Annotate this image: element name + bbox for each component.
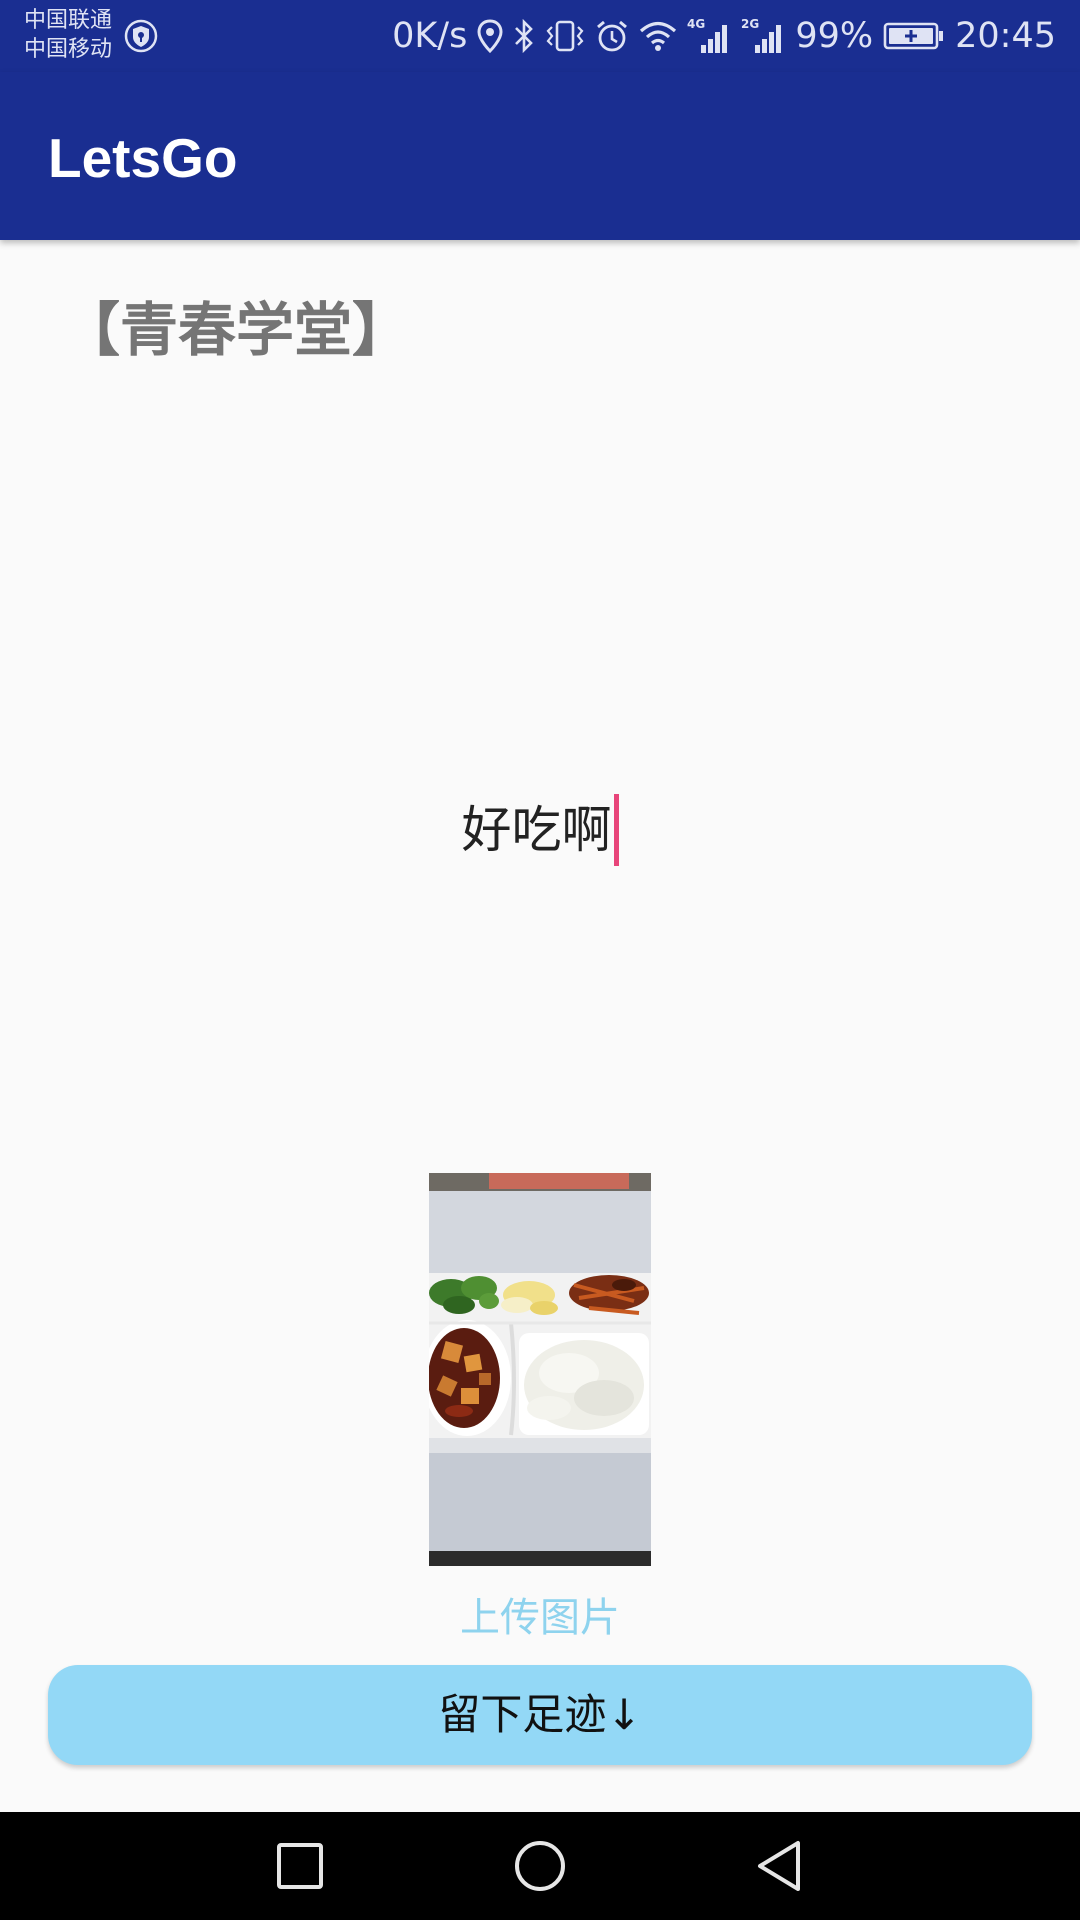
location-icon [477, 19, 503, 53]
home-icon[interactable] [510, 1836, 570, 1896]
upload-image-link[interactable]: 上传图片 [340, 1590, 740, 1646]
carrier-info: 中国联通 中国移动 [24, 6, 112, 64]
recents-icon[interactable] [270, 1836, 330, 1896]
leave-footprint-button[interactable]: 留下足迹↓ [48, 1665, 1032, 1765]
status-icons: 0K/s 4G 2G 99% 20:45 [392, 14, 1056, 58]
battery-percent: 99% [795, 16, 874, 56]
carrier-1: 中国联通 [24, 8, 113, 33]
vibrate-icon [546, 20, 584, 52]
battery-charging-icon [883, 22, 944, 50]
back-icon[interactable] [750, 1836, 810, 1896]
food-photo[interactable] [429, 1173, 651, 1566]
text-cursor [613, 794, 619, 866]
shield-icon [124, 19, 158, 53]
app-title: LetsGo [48, 127, 238, 189]
signal-icon: 2G [741, 17, 782, 53]
food-photo-image [429, 1173, 651, 1566]
alarm-icon [597, 20, 628, 52]
comment-input[interactable]: 好吃啊 [140, 790, 940, 870]
wifi-icon [640, 21, 677, 51]
status-bar: 中国联通 中国移动 0K/s 4G 2G 99% 20:45 [0, 0, 1080, 72]
signal-2-label: 2G [741, 17, 759, 31]
clock: 20:45 [955, 16, 1056, 56]
signal-1-label: 4G [687, 17, 705, 31]
place-title: 【青春学堂】 [62, 296, 411, 364]
screen: 中国联通 中国移动 0K/s 4G 2G 99% 20:45 LetsGo 【青… [0, 0, 1080, 1920]
navigation-bar [0, 1812, 1080, 1920]
comment-text: 好吃啊 [461, 801, 612, 859]
app-bar: LetsGo [0, 72, 1080, 240]
net-speed: 0K/s [392, 16, 468, 56]
bluetooth-icon [515, 19, 534, 53]
carrier-2: 中国移动 [24, 37, 113, 62]
signal-icon: 4G [687, 17, 728, 53]
